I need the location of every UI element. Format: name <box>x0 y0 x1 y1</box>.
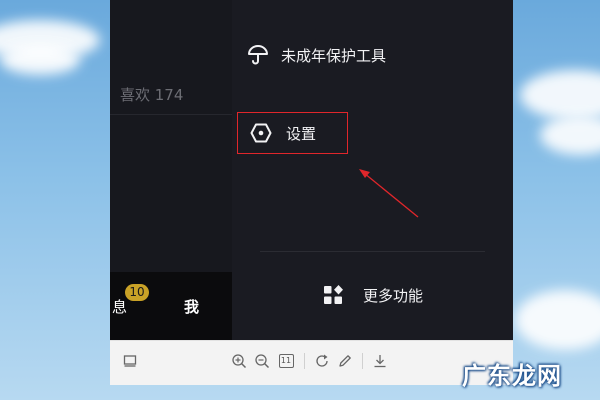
site-watermark: 广东龙网 <box>462 361 562 390</box>
viewer-toolbar: 11 <box>110 340 513 385</box>
rotate-button[interactable] <box>313 352 331 370</box>
zoom-out-button[interactable] <box>253 352 271 370</box>
nav-me[interactable]: 我 <box>184 296 199 317</box>
bottom-nav: 息 10 我 <box>110 272 232 340</box>
grid-apps-icon <box>324 285 343 304</box>
divider <box>260 251 485 252</box>
profile-pane: 喜欢 174 息 10 我 <box>110 0 232 340</box>
menu-label: 设置 <box>286 124 317 143</box>
menu-item-more-features[interactable]: 更多功能 <box>322 284 423 306</box>
side-menu: 未成年保护工具 设置 更多功能 <box>232 0 513 340</box>
toolbar-separator <box>304 353 305 369</box>
actual-size-button[interactable]: 11 <box>277 352 295 370</box>
pencil-icon <box>339 355 351 367</box>
menu-item-minor-protection[interactable]: 未成年保护工具 <box>247 44 386 66</box>
menu-label: 未成年保护工具 <box>281 46 387 65</box>
zoom-out-icon <box>255 354 270 369</box>
zoom-in-icon <box>232 354 247 369</box>
actual-size-icon: 11 <box>278 354 294 368</box>
nav-messages[interactable]: 息 <box>112 296 127 317</box>
umbrella-icon <box>248 45 268 65</box>
cloud <box>520 70 600 120</box>
download-button[interactable] <box>371 352 389 370</box>
phone-screenshot: 喜欢 174 息 10 我 未成年保护工具 设置 更多功能 <box>110 0 513 385</box>
zoom-in-button[interactable] <box>230 352 248 370</box>
monitor-icon <box>123 355 137 367</box>
cloud <box>515 290 600 350</box>
likes-count[interactable]: 喜欢 174 <box>120 84 183 105</box>
fit-screen-button[interactable] <box>121 352 139 370</box>
divider <box>110 114 232 115</box>
settings-hexagon-icon <box>250 123 272 143</box>
menu-item-settings[interactable]: 设置 <box>237 112 348 154</box>
cloud <box>0 45 80 75</box>
cloud <box>540 115 600 155</box>
rotate-icon <box>316 354 328 367</box>
messages-badge: 10 <box>125 284 149 301</box>
menu-label: 更多功能 <box>363 286 424 305</box>
download-icon <box>374 355 386 368</box>
edit-button[interactable] <box>336 352 354 370</box>
toolbar-separator <box>362 353 363 369</box>
